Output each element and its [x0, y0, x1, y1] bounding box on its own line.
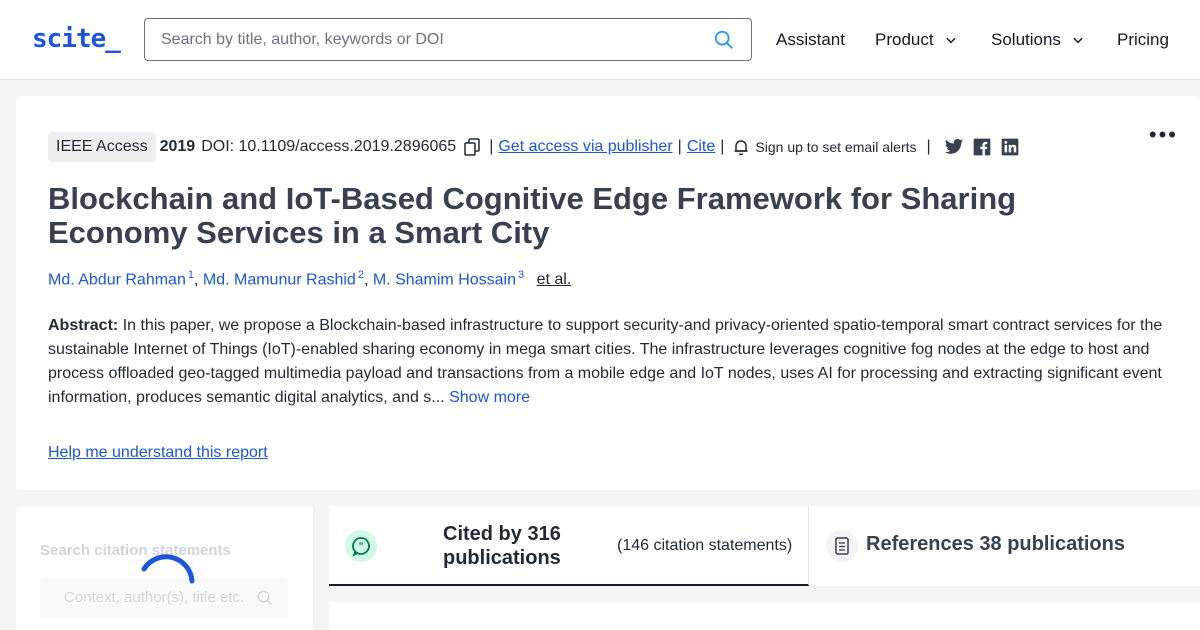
et-al-link[interactable]: et al. — [537, 271, 572, 288]
nav-assistant-label: Assistant — [776, 30, 845, 49]
cited-by-label: Cited by 316 publications — [443, 523, 561, 569]
scite-logo[interactable]: scite_ — [32, 24, 121, 54]
help-understand-link[interactable]: Help me understand this report — [48, 444, 268, 462]
separator: | — [489, 138, 494, 155]
author-link[interactable]: M. Shamim Hossain — [373, 271, 516, 288]
author-link[interactable]: Md. Mamunur Rashid — [203, 271, 356, 288]
nav-product-label: Product — [875, 30, 934, 49]
publication-year: 2019 — [159, 138, 196, 155]
citation-tabs: ” Cited by 316 publications (146 citatio… — [329, 506, 1200, 586]
nav-solutions[interactable]: Solutions — [991, 30, 1085, 50]
search-box[interactable] — [144, 18, 752, 61]
paper-meta-row: IEEE Access 2019 DOI: 10.1109/access.201… — [48, 132, 1020, 162]
abstract: Abstract: In this paper, we propose a Bl… — [48, 314, 1168, 410]
email-alerts-link[interactable]: Sign up to set email alerts — [755, 139, 916, 155]
nav-product[interactable]: Product — [875, 30, 958, 50]
nav-solutions-label: Solutions — [991, 30, 1061, 49]
tab-cited-by[interactable]: ” Cited by 316 publications (146 citatio… — [329, 506, 809, 586]
nav-pricing-label: Pricing — [1117, 30, 1169, 49]
top-navbar: scite_ Assistant Product Solutions Prici… — [0, 0, 1200, 80]
references-label: References 38 publications — [866, 533, 1125, 555]
journal-badge[interactable]: IEEE Access — [48, 132, 156, 162]
search-input[interactable] — [161, 29, 701, 51]
bell-icon[interactable] — [733, 138, 749, 156]
doi-text: DOI: 10.1109/access.2019.2896065 — [201, 138, 457, 155]
author-link[interactable]: Md. Abdur Rahman — [48, 271, 186, 288]
nav-assistant[interactable]: Assistant — [776, 30, 845, 50]
search-icon[interactable] — [256, 589, 274, 607]
paper-title: Blockchain and IoT-Based Cognitive Edge … — [48, 181, 1017, 250]
chevron-down-icon — [945, 37, 956, 44]
facebook-icon[interactable] — [972, 137, 992, 157]
separator: | — [926, 138, 931, 155]
separator: | — [720, 138, 725, 155]
citation-statements-count: (146 citation statements) — [617, 537, 793, 554]
citation-search-panel: Search citation statements — [16, 506, 313, 630]
copy-icon[interactable] — [464, 138, 480, 156]
abstract-label: Abstract: — [48, 317, 119, 334]
tab-references[interactable]: References 38 publications — [810, 506, 1200, 586]
paper-card: IEEE Access 2019 DOI: 10.1109/access.201… — [16, 96, 1200, 490]
nav-pricing[interactable]: Pricing — [1117, 30, 1169, 50]
get-access-link[interactable]: Get access via publisher — [498, 138, 672, 156]
search-icon[interactable] — [713, 29, 735, 51]
abstract-text: In this paper, we propose a Blockchain-b… — [48, 317, 1163, 406]
linkedin-icon[interactable] — [1000, 137, 1020, 157]
separator: | — [677, 138, 682, 155]
citation-bubble-icon: ” — [345, 530, 377, 562]
svg-text:”: ” — [359, 542, 364, 553]
author-list: Md. Abdur Rahman 1, Md. Mamunur Rashid 2, … — [48, 269, 572, 289]
document-icon — [826, 530, 858, 562]
author-affiliation: 3 — [518, 269, 525, 281]
cite-link[interactable]: Cite — [687, 138, 715, 156]
chevron-down-icon — [1073, 37, 1083, 44]
more-options-button[interactable]: ••• — [1149, 124, 1178, 146]
loading-spinner-icon — [141, 554, 195, 584]
twitter-icon[interactable] — [944, 137, 964, 157]
citation-list-container — [329, 602, 1200, 630]
show-more-link[interactable]: Show more — [449, 389, 530, 406]
